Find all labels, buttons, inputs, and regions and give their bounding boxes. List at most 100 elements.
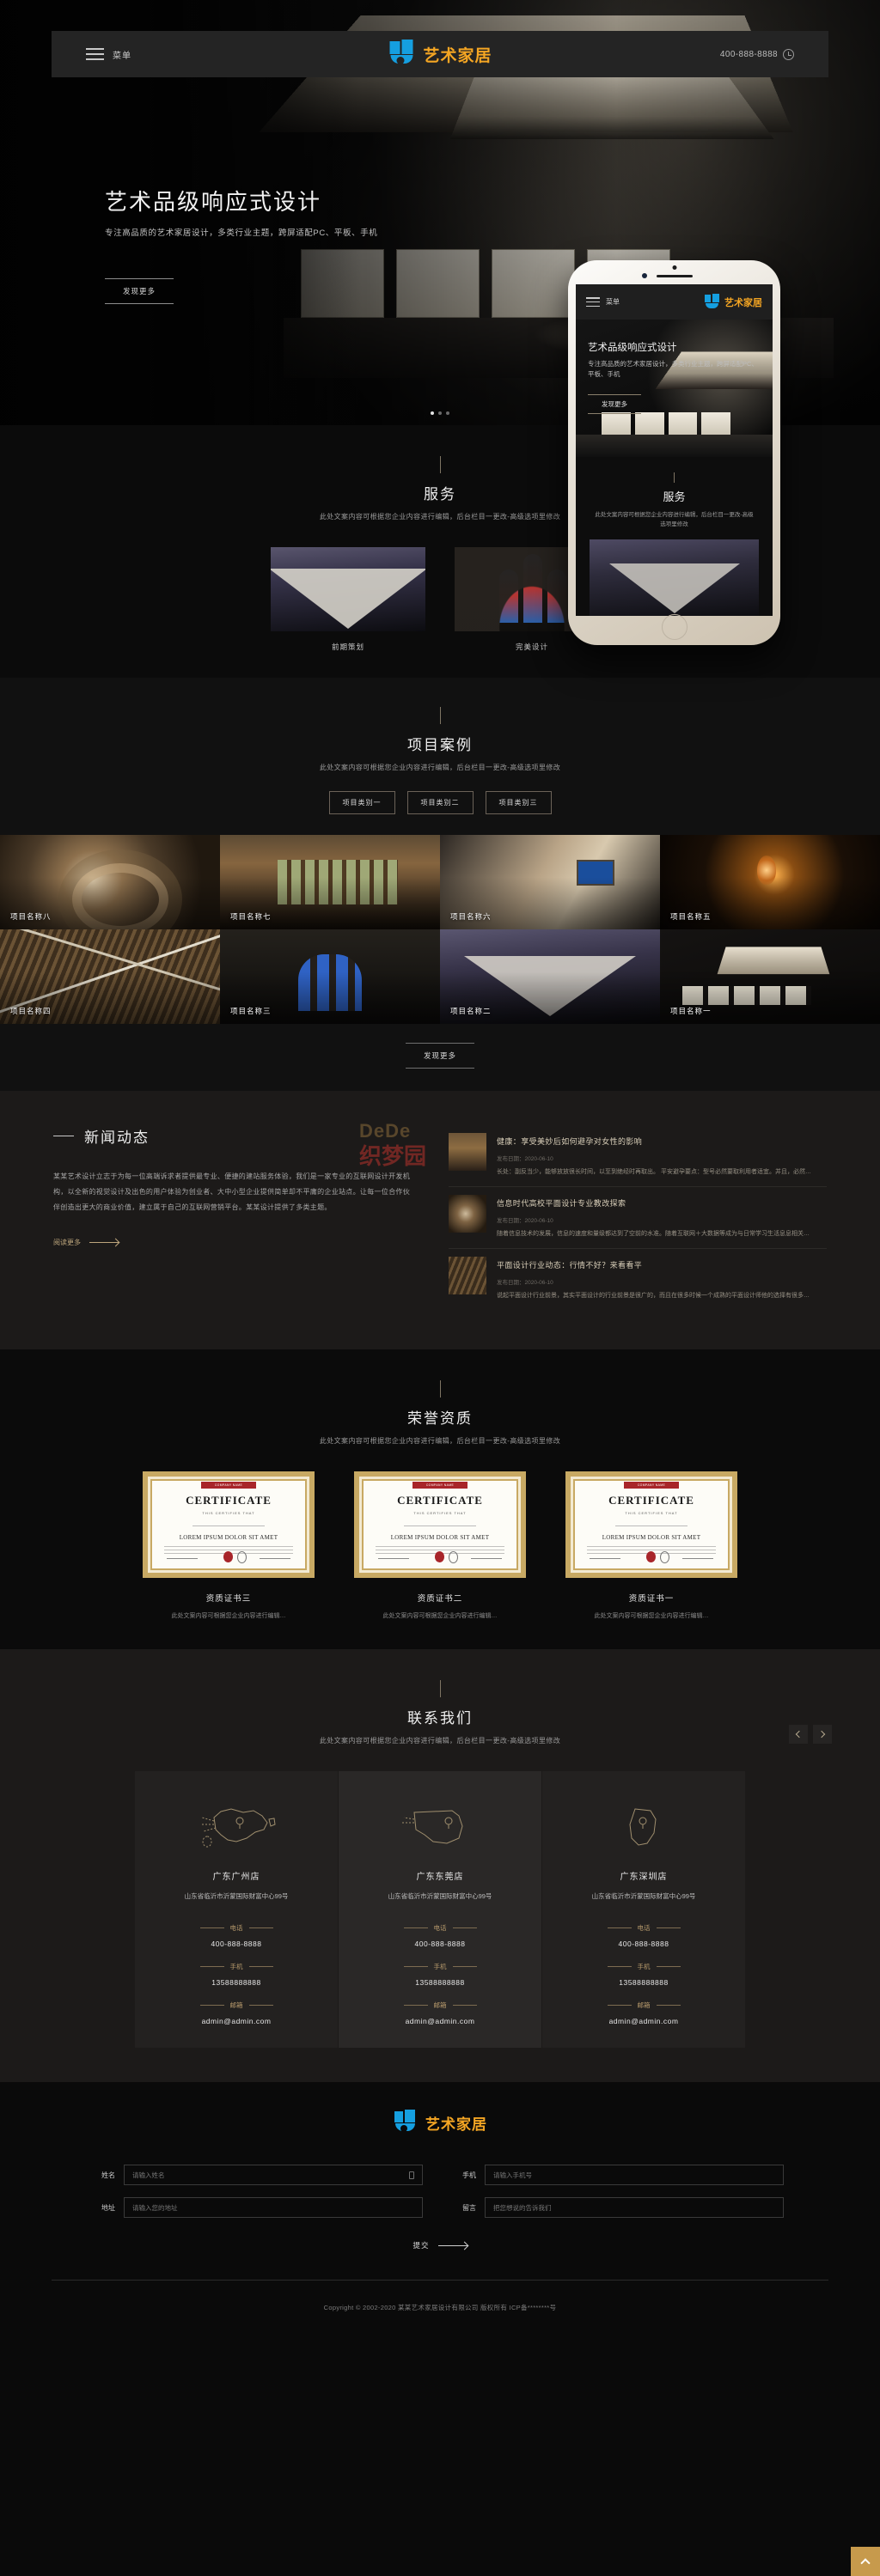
phone-menu-button[interactable]: 菜单 xyxy=(586,297,620,307)
label-email: 邮箱 xyxy=(230,2001,243,2010)
label-phone: 手机 xyxy=(457,2171,476,2180)
news-item-desc: 随着信息技术的发展，信息的速度和量级都达到了空前的水准。随着互联网＋大数据等成为… xyxy=(497,1229,827,1240)
label-message: 留言 xyxy=(457,2203,476,2213)
project-item[interactable]: 项目名称六 xyxy=(440,835,660,929)
service-caption: 前期策划 xyxy=(271,642,425,652)
person-icon xyxy=(409,2171,414,2179)
project-item[interactable]: 项目名称八 xyxy=(0,835,220,929)
store-card: 广东广州店 山东省临沂市沂蒙国际财富中心99号 电话 400-888-8888 … xyxy=(135,1771,338,2048)
honor-title: 荣誉资质 xyxy=(0,1406,880,1428)
menu-button[interactable]: 菜单 xyxy=(86,48,131,61)
chevron-right-icon xyxy=(818,1731,825,1738)
label-mobile: 手机 xyxy=(230,1962,243,1971)
contact-subtitle: 此处文案内容可根据您企业内容进行编辑，后台栏目一更改-高级选项里修改 xyxy=(0,1736,880,1745)
certificate-grid: COMPANY NAME CERTIFICATE THIS CERTIFIES … xyxy=(0,1471,880,1620)
news-item-date: 发布日期：2020-06-10 xyxy=(497,1215,827,1224)
store-name: 广东深圳店 xyxy=(556,1869,731,1882)
field-name: 姓名 xyxy=(96,2165,423,2185)
project-item[interactable]: 项目名称二 xyxy=(440,929,660,1024)
hero-cta-button[interactable]: 发现更多 xyxy=(105,278,174,304)
contact-form: 姓名 手机 地址 留言 xyxy=(96,2165,784,2218)
store-phone-block: 电话 400-888-8888 xyxy=(149,1923,324,1948)
section-tick xyxy=(440,707,441,724)
store-email-block: 邮箱 admin@admin.com xyxy=(352,2001,528,2025)
store-name: 广东广州店 xyxy=(149,1869,324,1882)
certificate-ribbon-text: COMPANY NAME xyxy=(412,1482,468,1489)
phone-home-button[interactable] xyxy=(662,614,688,640)
store-address: 山东省临沂市沂蒙国际财富中心99号 xyxy=(556,1891,731,1903)
hero-copy: 艺术品级响应式设计 专注高品质的艺术家居设计，多类行业主题，跨屏适配PC、平板、… xyxy=(105,185,377,304)
carousel-prev-button[interactable] xyxy=(789,1725,808,1744)
projects-subtitle: 此处文案内容可根据您企业内容进行编辑，后台栏目一更改-高级选项里修改 xyxy=(0,763,880,772)
certificate-sub: THIS CERTIFIES THAT xyxy=(359,1511,521,1515)
phone-speaker-icon xyxy=(657,275,693,277)
carousel-next-button[interactable] xyxy=(813,1725,832,1744)
certificate-lorem: LOREM IPSUM DOLOR SIT AMET xyxy=(148,1534,309,1541)
phone-input[interactable] xyxy=(493,2171,775,2179)
certificate-card[interactable]: COMPANY NAME CERTIFICATE THIS CERTIFIES … xyxy=(565,1471,737,1620)
hero-subtitle: 专注高品质的艺术家居设计，多类行业主题，跨屏适配PC、平板、手机 xyxy=(105,226,377,238)
hero-dot-3[interactable] xyxy=(446,411,449,415)
store-address: 山东省临沂市沂蒙国际财富中心99号 xyxy=(149,1891,324,1903)
submit-button[interactable]: 提交 xyxy=(412,2240,467,2250)
name-input-wrap[interactable] xyxy=(124,2165,423,2185)
tab-category-2[interactable]: 项目类别二 xyxy=(407,791,474,814)
phone-input-wrap[interactable] xyxy=(485,2165,784,2185)
news-list-item[interactable]: 平面设计行业动态：行情不好？来看看平 发布日期：2020-06-10 说起平面设… xyxy=(449,1249,827,1310)
news-thumbnail xyxy=(449,1257,486,1294)
store-mobile-block: 手机 13588888888 xyxy=(352,1962,528,1987)
phone-screen: 菜单 艺术家居 艺术品级响应式设计 专注高品质的艺术家居设计，多类行业主题，跨屏… xyxy=(576,284,773,616)
submit-wrap: 提交 xyxy=(0,2240,880,2250)
header-phone[interactable]: 400-888-8888 xyxy=(720,49,794,60)
certificate-name: 资质证书三 xyxy=(143,1592,315,1604)
message-input-wrap[interactable] xyxy=(485,2197,784,2218)
back-to-top-button[interactable] xyxy=(851,2547,880,2576)
site-logo[interactable]: 艺术家居 xyxy=(388,40,492,69)
certificate-card[interactable]: COMPANY NAME CERTIFICATE THIS CERTIFIES … xyxy=(143,1471,315,1620)
news-list: 健康：享受美妙后如何避孕对女性的影响 发布日期：2020-06-10 长处：副反… xyxy=(449,1125,827,1310)
hero-dot-1[interactable] xyxy=(431,411,434,415)
hero-carousel-dots[interactable] xyxy=(431,411,449,415)
news-item-date: 发布日期：2020-06-10 xyxy=(497,1277,827,1286)
name-input[interactable] xyxy=(132,2171,409,2179)
project-item[interactable]: 项目名称三 xyxy=(220,929,440,1024)
label-phone: 电话 xyxy=(230,1923,243,1933)
tab-category-1[interactable]: 项目类别一 xyxy=(329,791,395,814)
field-phone: 手机 xyxy=(457,2165,784,2185)
projects-title: 项目案例 xyxy=(0,733,880,754)
footer-logo[interactable]: 艺术家居 xyxy=(0,2110,880,2135)
project-item[interactable]: 项目名称一 xyxy=(660,929,880,1024)
hero-dot-2[interactable] xyxy=(438,411,442,415)
menu-label: 菜单 xyxy=(113,48,131,61)
service-card[interactable]: 前期策划 xyxy=(271,547,425,652)
store-email-value: admin@admin.com xyxy=(149,2017,324,2025)
project-item[interactable]: 项目名称四 xyxy=(0,929,220,1024)
store-mobile-value: 13588888888 xyxy=(149,1978,324,1987)
news-list-item[interactable]: 信息时代高校平面设计专业教改探索 发布日期：2020-06-10 随着信息技术的… xyxy=(449,1187,827,1249)
phone-service-subtitle: 此处文案内容可根据您企业内容进行编辑，后台栏目一更改-高级选项里修改 xyxy=(576,510,773,529)
news-item-title: 健康：享受美妙后如何避孕对女性的影响 xyxy=(497,1137,642,1146)
news-item-title: 信息时代高校平面设计专业教改探索 xyxy=(497,1199,626,1208)
news-list-item[interactable]: 健康：享受美妙后如何避孕对女性的影响 发布日期：2020-06-10 长处：副反… xyxy=(449,1125,827,1187)
tab-category-3[interactable]: 项目类别三 xyxy=(486,791,552,814)
map-dongguan-icon xyxy=(352,1799,528,1857)
label-phone: 电话 xyxy=(434,1923,447,1933)
phone-hero-cta[interactable]: 发现更多 xyxy=(588,394,641,414)
news-read-more-button[interactable]: 阅读更多 xyxy=(53,1238,414,1247)
project-item[interactable]: 项目名称五 xyxy=(660,835,880,929)
label-mobile: 手机 xyxy=(638,1962,651,1971)
news-body-text: 某某艺术设计立志于为每一位高端诉求者提供最专业、便捷的建站服务体验，我们是一家专… xyxy=(53,1169,414,1215)
label-phone: 电话 xyxy=(638,1923,651,1933)
address-input-wrap[interactable] xyxy=(124,2197,423,2218)
phone-hero-cta-label: 发现更多 xyxy=(588,395,641,413)
certificate-desc: 此处文案内容可根据您企业内容进行编辑… xyxy=(354,1611,526,1620)
phone-section-tick xyxy=(674,472,675,483)
certificate-card[interactable]: COMPANY NAME CERTIFICATE THIS CERTIFIES … xyxy=(354,1471,526,1620)
news-item-desc: 长处：副反当少，能够放放很长时间，以至到绝经时再取出。 平安避孕要点：型号必然要… xyxy=(497,1167,827,1178)
message-input[interactable] xyxy=(493,2204,775,2212)
project-item[interactable]: 项目名称七 xyxy=(220,835,440,929)
projects-more-button[interactable]: 发现更多 xyxy=(406,1043,474,1069)
address-input[interactable] xyxy=(132,2204,414,2212)
store-mobile-value: 13588888888 xyxy=(352,1978,528,1987)
submit-label: 提交 xyxy=(412,2240,429,2250)
